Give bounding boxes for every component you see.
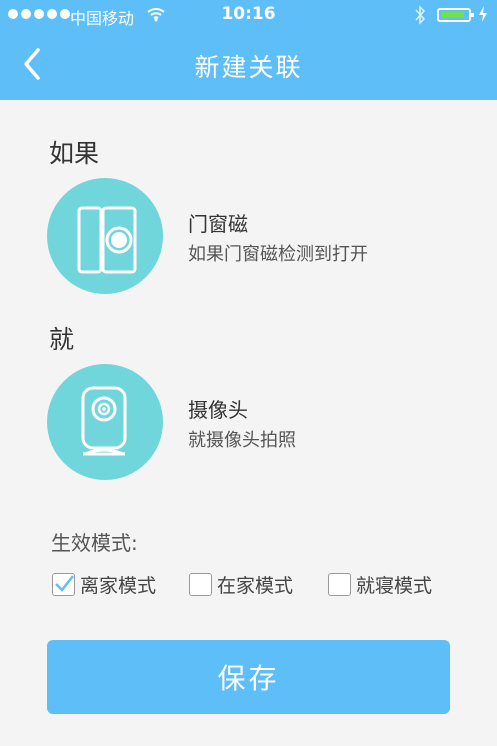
- if-section-label: 如果: [49, 139, 100, 168]
- checkmark-icon: [55, 574, 74, 592]
- then-device-description: 就摄像头拍照: [188, 430, 296, 451]
- status-bar: 中国移动 10:16: [0, 0, 497, 32]
- then-device-name: 摄像头: [188, 398, 248, 422]
- home-mode-label: 在家模式: [217, 574, 294, 597]
- mode-option-sleep[interactable]: 就寝模式: [328, 570, 432, 598]
- mode-option-away[interactable]: 离家模式: [52, 570, 156, 598]
- if-device-description: 如果门窗磁检测到打开: [188, 244, 368, 265]
- home-mode-checkbox[interactable]: [189, 572, 212, 596]
- mode-option-home[interactable]: 在家模式: [189, 570, 293, 598]
- header-bar: 中国移动 10:16 新建关联: [0, 0, 497, 100]
- charging-icon: [479, 6, 487, 22]
- if-device-name: 门窗磁: [188, 212, 248, 236]
- away-mode-checkbox[interactable]: [52, 572, 75, 596]
- then-section-label: 就: [49, 325, 75, 354]
- page-title: 新建关联: [194, 53, 303, 82]
- away-mode-label: 离家模式: [80, 574, 157, 597]
- door-window-sensor-icon[interactable]: [47, 178, 163, 294]
- sleep-mode-label: 就寝模式: [356, 574, 433, 597]
- effective-mode-label: 生效模式:: [51, 531, 138, 555]
- battery-icon: [437, 8, 474, 22]
- sleep-mode-checkbox[interactable]: [328, 572, 351, 596]
- bluetooth-icon: [415, 5, 426, 25]
- camera-icon[interactable]: [47, 364, 163, 480]
- save-button[interactable]: 保存: [47, 640, 450, 714]
